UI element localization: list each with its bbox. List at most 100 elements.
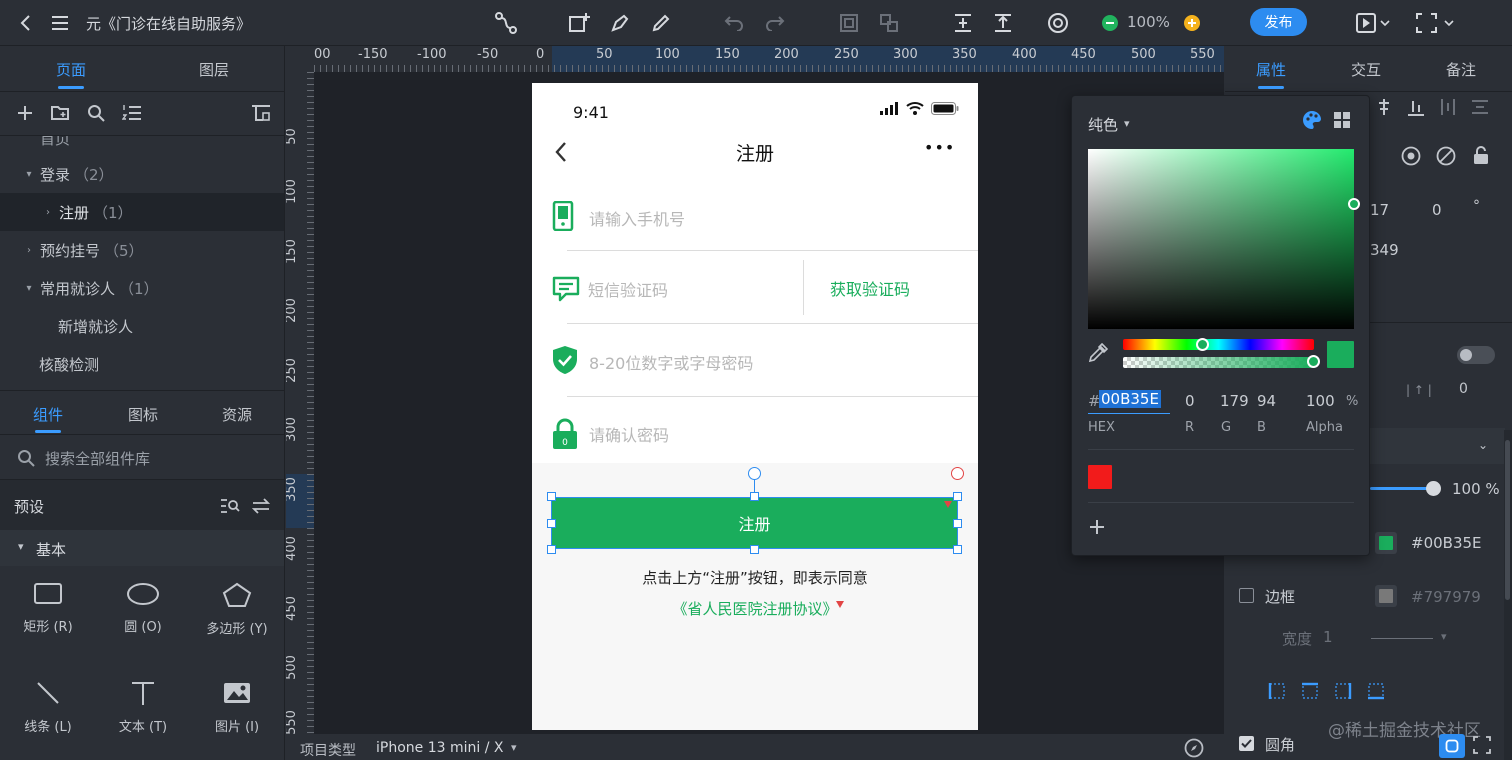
sms-code-input[interactable]: 短信验证码 [588,277,668,301]
palette-icon[interactable] [1302,110,1322,130]
distribute-vertical-icon[interactable] [1471,98,1489,116]
scrollbar-track[interactable] [1504,430,1512,760]
distribute-horizontal-icon[interactable] [1439,98,1457,116]
saturation-value-area[interactable] [1088,149,1354,329]
project-title[interactable]: 元《门诊在线自助服务》 [86,13,251,34]
component-search-input[interactable]: 搜索全部组件库 [45,448,150,469]
resize-handle[interactable] [750,545,759,554]
chevron-right-icon[interactable]: › [22,245,36,256]
tab-icons[interactable]: 图标 [128,404,158,425]
page-item-add-patient[interactable]: 新增就诊人 [0,307,284,345]
chevron-down-icon[interactable]: ▾ [511,741,517,754]
green-input[interactable]: 179 [1220,392,1249,410]
resize-handle[interactable] [953,545,962,554]
page-item-home[interactable]: 首页 [0,136,284,157]
chevron-down-icon[interactable]: ▾ [1124,117,1130,130]
blue-input[interactable]: 94 [1257,392,1276,410]
get-code-button[interactable]: 获取验证码 [830,276,910,300]
chevron-down-icon[interactable]: ▾ [22,169,36,180]
eyedropper-icon[interactable] [1088,343,1108,363]
resize-handle[interactable] [547,519,556,528]
alpha-slider-handle[interactable] [1307,355,1320,368]
resize-handle[interactable] [547,545,556,554]
border-top-icon[interactable] [1301,682,1319,700]
fill-hex-value[interactable]: #00B35E [1411,534,1482,552]
resize-handle[interactable] [953,519,962,528]
hue-slider-handle[interactable] [1196,338,1209,351]
tab-components[interactable]: 组件 [33,404,63,425]
radius-uniform-button[interactable] [1439,734,1465,758]
border-color-swatch[interactable] [1375,585,1397,607]
add-color-icon[interactable] [1089,519,1105,535]
align-center-icon[interactable] [1375,98,1393,116]
height-value[interactable]: 349 [1370,241,1399,259]
zoom-in-icon[interactable] [1180,11,1204,35]
radius-individual-icon[interactable] [1473,736,1491,754]
compass-icon[interactable] [1184,738,1204,758]
hue-slider[interactable] [1123,339,1314,350]
saturation-cursor[interactable] [1348,198,1360,210]
play-preview-icon[interactable] [1353,11,1393,35]
tab-interaction[interactable]: 交互 [1351,59,1381,80]
undo-icon[interactable] [722,11,746,35]
opacity-value[interactable]: 100 % [1452,480,1500,498]
alpha-slider[interactable] [1123,357,1314,368]
sort-list-icon[interactable] [122,104,142,122]
fill-color-swatch[interactable] [1375,532,1397,554]
tab-pages[interactable]: 页面 [56,59,86,80]
agreement-link[interactable]: 《省人民医院注册协议》 [532,598,978,619]
component-image[interactable]: 图片 (I) [192,680,282,735]
align-vertical-center-icon[interactable] [951,11,975,35]
preset-label[interactable]: 预设 [14,496,44,517]
fill-mode-select[interactable]: 纯色 [1088,114,1118,135]
confirm-password-input[interactable]: 请确认密码 [589,422,669,446]
group-icon[interactable] [837,11,861,35]
add-folder-icon[interactable] [51,104,71,122]
chevron-down-icon[interactable]: ⌄ [1478,438,1488,452]
align-bottom-icon[interactable] [1407,98,1425,116]
unlock-icon[interactable] [1472,145,1490,165]
page-item-nucleic-test[interactable]: 核酸检测 [0,345,284,383]
fullscreen-icon[interactable] [1413,11,1457,35]
toggle-switch[interactable] [1457,346,1495,364]
border-right-icon[interactable] [1334,682,1352,700]
rotate-handle[interactable] [748,467,761,480]
tab-properties[interactable]: 属性 [1256,59,1286,80]
recent-color-swatch[interactable] [1088,465,1112,489]
zoom-level[interactable]: 100% [1127,13,1170,31]
swap-icon[interactable] [252,498,270,514]
connector-icon[interactable] [494,11,518,35]
small-value[interactable]: 0 [1459,381,1468,397]
component-text[interactable]: 文本 (T) [98,680,188,735]
ungroup-icon[interactable] [877,11,901,35]
resize-handle[interactable] [953,492,962,501]
add-frame-icon[interactable] [567,11,591,35]
publish-button[interactable]: 发布 [1250,8,1307,36]
radius-handle[interactable] [951,467,964,480]
search-icon[interactable] [87,104,105,122]
position-y-value[interactable]: 17 [1370,201,1389,219]
border-hex-value[interactable]: #797979 [1411,588,1481,606]
resize-handle[interactable] [750,492,759,501]
component-rect[interactable]: 矩形 (R) [3,582,93,635]
menu-icon[interactable] [48,11,72,35]
resize-handle[interactable] [547,492,556,501]
page-item-register[interactable]: › 注册 （1） [0,193,284,231]
align-top-icon[interactable] [991,11,1015,35]
add-page-icon[interactable] [16,104,34,122]
library-search-icon[interactable] [220,498,240,514]
chevron-right-icon[interactable]: › [41,207,55,218]
border-left-icon[interactable] [1268,682,1286,700]
preview-target-icon[interactable] [1046,11,1070,35]
border-checkbox[interactable] [1239,588,1254,603]
width-value[interactable]: 1 [1323,628,1333,646]
zoom-out-icon[interactable] [1098,11,1122,35]
page-settings-icon[interactable] [251,104,271,122]
alpha-input[interactable]: 100 [1306,392,1335,410]
tab-resources[interactable]: 资源 [222,404,252,425]
component-line[interactable]: 线条 (L) [3,680,93,735]
opacity-slider-handle[interactable] [1426,481,1441,496]
device-select[interactable]: iPhone 13 mini / X [376,740,503,756]
disable-icon[interactable] [1436,146,1456,166]
grid-swatches-icon[interactable] [1334,112,1350,128]
